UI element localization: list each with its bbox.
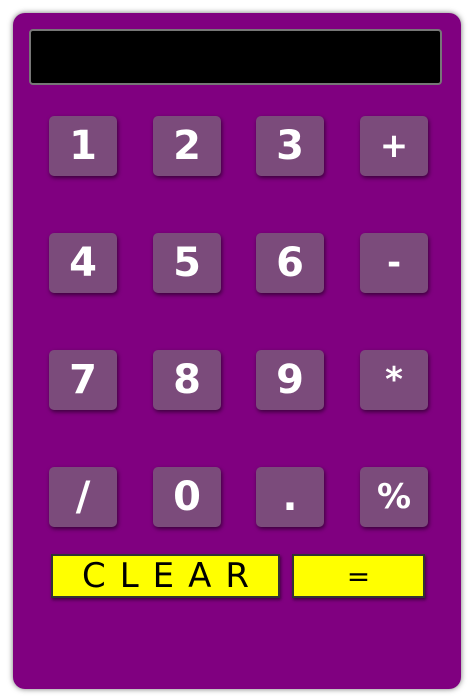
equals-button[interactable]: = [292, 554, 425, 598]
key-2[interactable]: 2 [153, 116, 221, 176]
key-minus[interactable]: - [360, 233, 428, 293]
key-8[interactable]: 8 [153, 350, 221, 410]
key-4-label: 4 [69, 240, 97, 286]
key-minus-label: - [386, 243, 402, 283]
key-decimal-label: . [282, 474, 298, 520]
key-0-label: 0 [173, 474, 201, 520]
key-7-label: 7 [69, 357, 97, 403]
key-decimal[interactable]: . [256, 467, 324, 527]
clear-button-label: CLEAR [81, 556, 264, 596]
key-9-label: 9 [276, 357, 304, 403]
key-divide-label: / [75, 474, 91, 520]
key-5[interactable]: 5 [153, 233, 221, 293]
key-6[interactable]: 6 [256, 233, 324, 293]
clear-button[interactable]: CLEAR [51, 554, 280, 598]
key-divide[interactable]: / [49, 467, 117, 527]
key-multiply-label: * [385, 360, 403, 400]
key-2-label: 2 [173, 123, 201, 169]
key-4[interactable]: 4 [49, 233, 117, 293]
key-9[interactable]: 9 [256, 350, 324, 410]
key-plus[interactable]: + [360, 116, 428, 176]
calculator-display [29, 29, 442, 85]
key-7[interactable]: 7 [49, 350, 117, 410]
calculator-body: 1 2 3 + 4 5 6 - 7 8 9 * / 0 . % CLEAR = [13, 13, 461, 689]
key-percent-label: % [376, 477, 412, 517]
equals-button-label: = [346, 559, 371, 593]
key-0[interactable]: 0 [153, 467, 221, 527]
key-6-label: 6 [276, 240, 304, 286]
key-multiply[interactable]: * [360, 350, 428, 410]
key-percent[interactable]: % [360, 467, 428, 527]
key-5-label: 5 [173, 240, 201, 286]
key-plus-label: + [379, 126, 409, 166]
key-1[interactable]: 1 [49, 116, 117, 176]
key-8-label: 8 [173, 357, 201, 403]
key-3[interactable]: 3 [256, 116, 324, 176]
key-1-label: 1 [69, 123, 97, 169]
key-3-label: 3 [276, 123, 304, 169]
